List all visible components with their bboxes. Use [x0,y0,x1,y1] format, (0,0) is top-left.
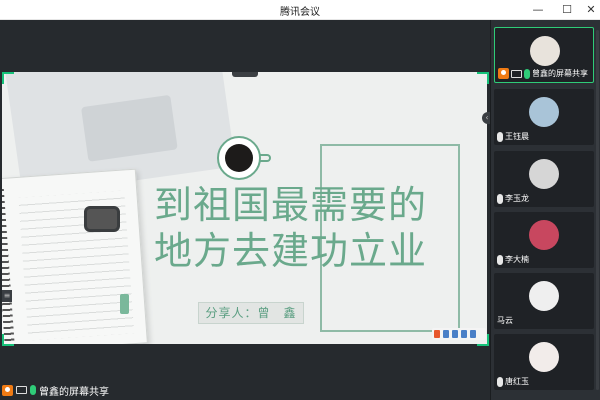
ime-icon[interactable] [434,330,440,338]
participant-tile-5[interactable]: 唐红玉 [494,334,594,390]
headline-line-1: 到祖国最需要的 [154,183,428,227]
avatar [529,342,559,372]
toolbar-icon[interactable] [470,330,476,338]
binder-clip-image [84,206,120,232]
participant-name: 唐红玉 [505,377,529,386]
notebook-image [2,168,148,344]
share-corner-top-left [2,72,14,84]
menu-icon[interactable]: ≡ [2,290,12,302]
participant-tile-4[interactable]: 马云 [494,273,594,329]
host-icon [2,384,13,396]
headline-line-2: 地方去建功立业 [154,229,428,273]
screen-share-icon [16,386,27,394]
share-toolbar-handle[interactable] [232,72,258,77]
participant-tile-3[interactable]: 李大楠 [494,212,594,268]
title-bar: 腾讯会议 — ☐ ✕ [0,0,600,20]
host-icon [498,68,509,79]
mic-icon [497,376,503,387]
participant-name: 王钰晨 [505,132,529,141]
coffee-cup-image [217,136,271,180]
minimize-icon[interactable]: — [527,1,549,19]
screen-share-icon [511,69,522,78]
eraser-image [120,294,129,314]
avatar [529,281,559,311]
avatar [529,97,559,127]
participant-tile-1[interactable]: 王钰晨 [494,89,594,145]
participant-name: 李大楠 [505,255,529,264]
mic-icon [30,385,36,395]
avatar [530,36,560,66]
participant-name: 李玉龙 [505,194,529,203]
mic-icon [497,131,503,142]
share-corner-top-right [477,72,489,84]
slide-headline: 到祖国最需要的 地方去建功立业 [154,182,454,274]
participant-label: 李玉龙 [497,193,529,204]
share-corner-bottom-left [2,334,14,346]
close-icon[interactable]: ✕ [580,1,600,19]
share-corner-bottom-right [477,334,489,346]
participant-label: 马云 [497,315,513,326]
sharer-label: 分享人：曾 鑫 [198,302,304,324]
participant-label: 曾鑫的屏幕共享 [498,68,588,79]
participant-tile-2[interactable]: 李玉龙 [494,151,594,207]
avatar [529,159,559,189]
notebook-rings [2,188,15,343]
avatar [529,220,559,250]
participant-label: 唐红玉 [497,376,529,387]
mic-icon [524,68,530,79]
toolbar-icon[interactable] [443,330,449,338]
shared-slide: 到祖国最需要的 地方去建功立业 分享人：曾 鑫 [2,72,487,344]
cup-handle [259,154,271,162]
participant-scrollbar[interactable] [596,30,599,390]
toolbar-icon[interactable] [461,330,467,338]
coffee [225,144,253,172]
participant-name: 马云 [497,316,513,325]
participant-name: 曾鑫的屏幕共享 [532,69,588,78]
participant-label: 李大楠 [497,254,529,265]
shared-screen-label: 曾鑫的屏幕共享 [2,383,109,398]
participant-tile-0[interactable]: 曾鑫的屏幕共享 [494,27,594,83]
participant-label: 王钰晨 [497,131,529,142]
mic-icon [497,193,503,204]
toolbar-icon[interactable] [452,330,458,338]
shared-screen-label-text: 曾鑫的屏幕共享 [39,386,109,398]
maximize-icon[interactable]: ☐ [556,1,578,19]
laptop-keyboard [80,94,178,162]
mic-icon [497,254,503,265]
window-title: 腾讯会议 [280,7,320,18]
